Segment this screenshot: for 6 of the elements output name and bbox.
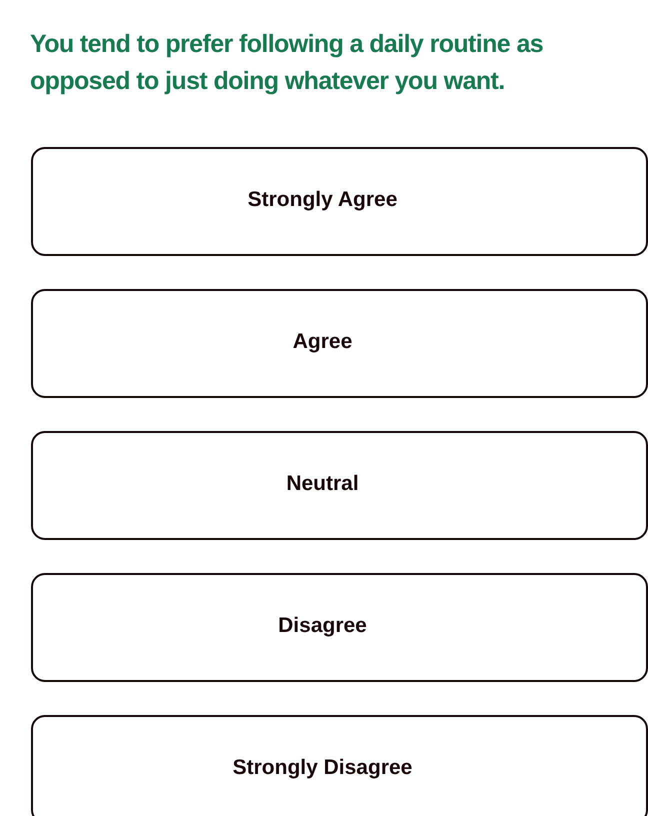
answer-option[interactable]: Strongly Agree [31, 147, 648, 256]
answer-option[interactable]: Strongly Disagree [31, 715, 648, 816]
question-text: You tend to prefer following a daily routine as opposed to just doing whatever you want. [30, 29, 544, 97]
answer-option[interactable]: Agree [31, 289, 648, 398]
answer-option[interactable]: Disagree [31, 573, 648, 682]
answer-option[interactable]: Neutral [31, 431, 648, 540]
